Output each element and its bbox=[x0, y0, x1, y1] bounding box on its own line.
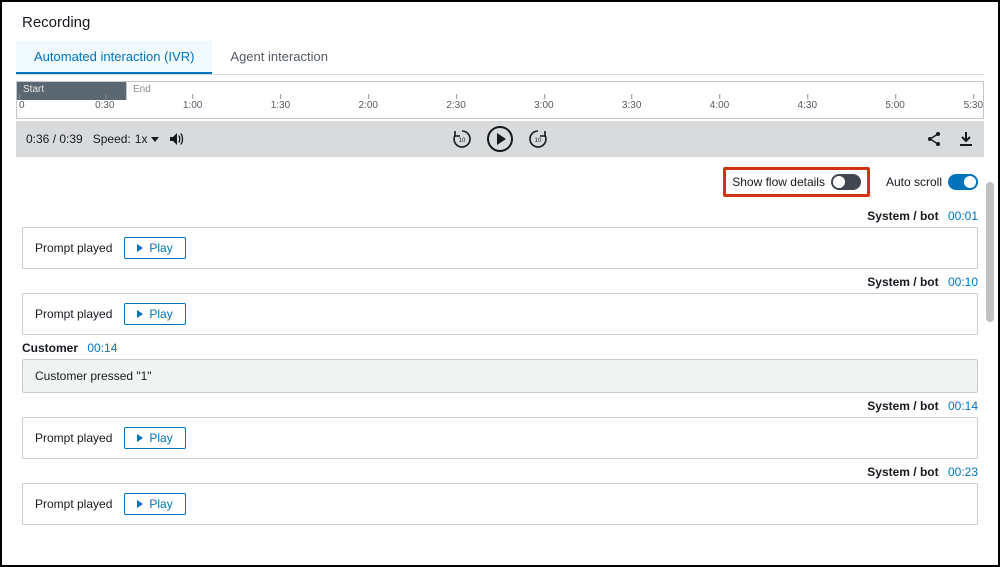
auto-scroll-label: Auto scroll bbox=[886, 175, 942, 189]
timestamp: 00:10 bbox=[948, 275, 978, 289]
event-meta: System / bot 00:10 bbox=[22, 275, 978, 289]
speaker-label: System / bot bbox=[867, 465, 938, 479]
play-button-label: Play bbox=[149, 241, 172, 255]
transcript-row: Prompt played Play bbox=[22, 483, 978, 525]
speed-label: Speed: bbox=[93, 132, 131, 146]
timeline-start-segment[interactable]: Start bbox=[17, 82, 127, 100]
play-button-label: Play bbox=[149, 497, 172, 511]
tabs: Automated interaction (IVR) Agent intera… bbox=[16, 41, 984, 75]
event-label: Prompt played bbox=[35, 431, 112, 445]
tick: 4:00 bbox=[710, 100, 729, 111]
time-display: 0:36 / 0:39 bbox=[26, 132, 83, 146]
event-label: Prompt played bbox=[35, 307, 112, 321]
transcript-row: Customer pressed "1" bbox=[22, 359, 978, 393]
volume-icon[interactable] bbox=[169, 132, 185, 146]
auto-scroll-toggle[interactable] bbox=[948, 174, 978, 190]
event-label: Customer pressed "1" bbox=[35, 369, 152, 383]
tick: 1:00 bbox=[183, 100, 202, 111]
page-title: Recording bbox=[22, 14, 984, 31]
event-meta: System / bot 00:23 bbox=[22, 465, 978, 479]
transcript-row: Prompt played Play bbox=[22, 227, 978, 269]
event-meta: Customer 00:14 bbox=[22, 341, 978, 355]
player-bar: 0:36 / 0:39 Speed: 1x 10 10 bbox=[16, 121, 984, 157]
tick: 3:30 bbox=[622, 100, 641, 111]
tick: 0 bbox=[19, 100, 25, 111]
tab-agent[interactable]: Agent interaction bbox=[212, 41, 346, 74]
svg-text:10: 10 bbox=[535, 138, 542, 144]
download-icon[interactable] bbox=[958, 131, 974, 147]
play-icon bbox=[137, 310, 143, 318]
share-icon[interactable] bbox=[926, 131, 942, 147]
tick: 1:30 bbox=[271, 100, 290, 111]
speaker-label: Customer bbox=[22, 341, 78, 355]
event-label: Prompt played bbox=[35, 497, 112, 511]
play-icon bbox=[137, 500, 143, 508]
skip-back-button[interactable]: 10 bbox=[451, 128, 473, 150]
speaker-label: System / bot bbox=[867, 399, 938, 413]
timestamp: 00:14 bbox=[948, 399, 978, 413]
toggles-row: Show flow details Auto scroll bbox=[16, 157, 984, 203]
tick: 4:30 bbox=[798, 100, 817, 111]
play-button-label: Play bbox=[149, 431, 172, 445]
timeline-ruler[interactable]: 0 0:30 1:00 1:30 2:00 2:30 3:00 3:30 4:0… bbox=[17, 100, 983, 118]
play-prompt-button[interactable]: Play bbox=[124, 493, 185, 515]
tick: 0:30 bbox=[95, 100, 114, 111]
tick: 3:00 bbox=[534, 100, 553, 111]
transcript-row: Prompt played Play bbox=[22, 293, 978, 335]
timeline: Start End 0 0:30 1:00 1:30 2:00 2:30 3:0… bbox=[16, 81, 984, 119]
event-meta: System / bot 00:14 bbox=[22, 399, 978, 413]
event-meta: System / bot 00:01 bbox=[22, 209, 978, 223]
show-flow-details-toggle[interactable] bbox=[831, 174, 861, 190]
tick: 2:30 bbox=[446, 100, 465, 111]
play-prompt-button[interactable]: Play bbox=[124, 237, 185, 259]
chevron-down-icon bbox=[151, 137, 159, 142]
event-label: Prompt played bbox=[35, 241, 112, 255]
tab-ivr[interactable]: Automated interaction (IVR) bbox=[16, 41, 212, 74]
play-icon bbox=[497, 133, 506, 145]
timestamp: 00:14 bbox=[87, 341, 117, 355]
show-flow-details-highlight: Show flow details bbox=[723, 167, 870, 197]
tick: 5:30 bbox=[964, 100, 983, 111]
play-button-label: Play bbox=[149, 307, 172, 321]
svg-text:10: 10 bbox=[459, 138, 466, 144]
timestamp: 00:23 bbox=[948, 465, 978, 479]
tick: 5:00 bbox=[885, 100, 904, 111]
play-icon bbox=[137, 244, 143, 252]
transcript-row: Prompt played Play bbox=[22, 417, 978, 459]
transcript: System / bot 00:01 Prompt played Play Sy… bbox=[16, 209, 984, 525]
show-flow-details-label: Show flow details bbox=[732, 175, 825, 189]
speed-value: 1x bbox=[135, 132, 148, 146]
skip-forward-button[interactable]: 10 bbox=[527, 128, 549, 150]
scrollbar-thumb[interactable] bbox=[986, 182, 994, 322]
speaker-label: System / bot bbox=[867, 209, 938, 223]
play-prompt-button[interactable]: Play bbox=[124, 303, 185, 325]
tick: 2:00 bbox=[359, 100, 378, 111]
timestamp: 00:01 bbox=[948, 209, 978, 223]
speed-select[interactable]: Speed: 1x bbox=[93, 132, 160, 146]
scrollbar[interactable] bbox=[986, 182, 994, 552]
play-prompt-button[interactable]: Play bbox=[124, 427, 185, 449]
speaker-label: System / bot bbox=[867, 275, 938, 289]
play-icon bbox=[137, 434, 143, 442]
timeline-end-segment[interactable]: End bbox=[127, 82, 983, 100]
play-button[interactable] bbox=[487, 126, 513, 152]
